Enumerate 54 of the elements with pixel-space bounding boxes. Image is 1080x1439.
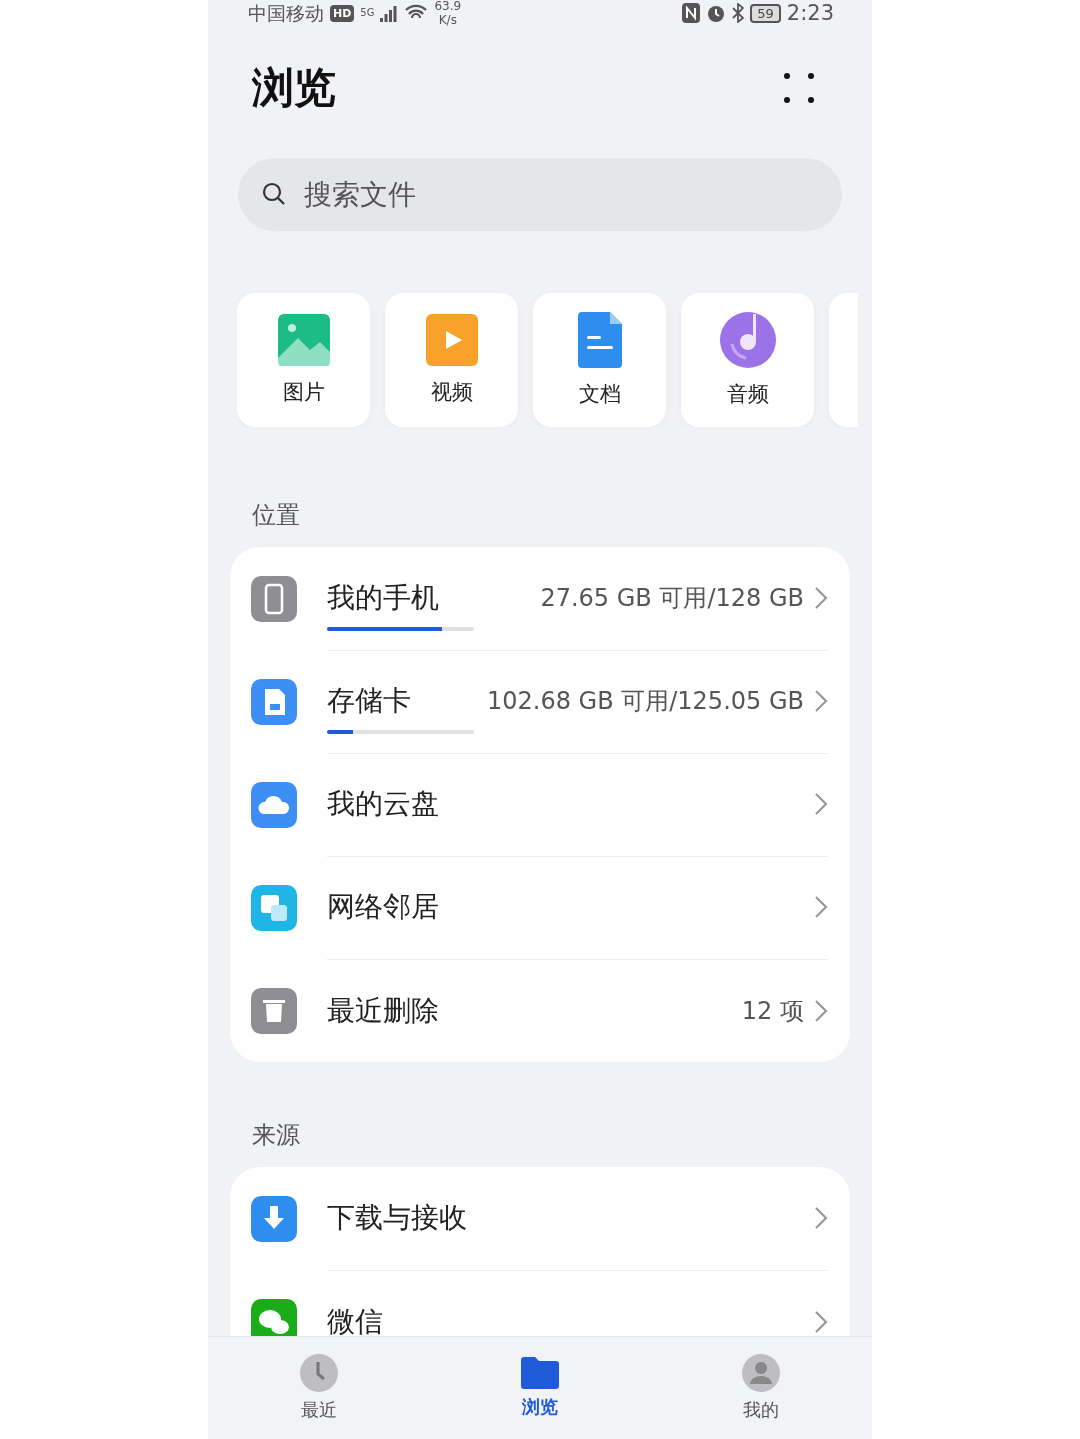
battery-level: 59 [750, 3, 781, 23]
more-icon[interactable] [784, 73, 814, 103]
chevron-icon [814, 1309, 828, 1334]
clock-icon [299, 1354, 338, 1392]
clock-time: 2:23 [786, 2, 834, 24]
carrier-text: 中国移动 [248, 3, 324, 23]
location-label[interactable]: 我的手机 [327, 579, 474, 617]
network-speed: 63.9 [434, 0, 462, 12]
nav-tab[interactable]: 浏览 [429, 1337, 651, 1439]
nav-tab[interactable]: 我的 [650, 1337, 872, 1439]
phone-icon [251, 575, 297, 622]
location-label[interactable]: 存储卡 [327, 682, 474, 720]
chevron-icon [814, 895, 828, 919]
category-card[interactable]: 视频 [385, 293, 518, 427]
trash-icon [251, 987, 297, 1034]
category-card[interactable]: 文档 [533, 293, 666, 427]
nav-tab[interactable]: 最近 [208, 1337, 430, 1439]
page-title: 浏览 [252, 62, 336, 114]
location-label[interactable]: 网络邻居 [327, 888, 439, 926]
detail-text: 27.65 GB 可用/128 GB [540, 583, 804, 614]
location-label[interactable]: 下载与接收 [327, 1199, 467, 1237]
chevron-icon [814, 689, 828, 713]
location-label[interactable]: 我的云盘 [327, 785, 439, 823]
category-card[interactable]: 音频 [681, 293, 814, 427]
chevron-icon [814, 1206, 828, 1230]
play-icon [425, 314, 478, 366]
folder-icon [521, 1357, 559, 1389]
signal-icon [380, 4, 399, 22]
speed-unit: K/s [438, 14, 457, 26]
alarm-icon [706, 3, 727, 23]
chevron-icon [814, 586, 828, 610]
document-icon [577, 312, 622, 368]
location-label[interactable]: 微信 [327, 1302, 383, 1336]
network-type: 5G [360, 8, 375, 18]
section-title: 来源 [252, 1120, 301, 1151]
person-icon [742, 1354, 781, 1392]
image-icon [277, 314, 330, 366]
cloud-icon [251, 781, 297, 828]
search-icon [262, 182, 286, 206]
sd-card-icon [251, 678, 297, 725]
nfc-icon [682, 3, 701, 23]
download-icon [251, 1195, 297, 1242]
network-icon [251, 884, 297, 931]
detail-text: 12 项 [741, 995, 804, 1027]
section-title: 位置 [252, 500, 301, 531]
bluetooth-icon [732, 3, 745, 23]
chevron-icon [814, 998, 828, 1023]
category-card[interactable]: 图片 [237, 293, 370, 427]
music-disc-icon [719, 312, 776, 368]
hd-badge: HD [330, 4, 355, 22]
detail-text: 102.68 GB 可用/125.05 GB [486, 686, 804, 717]
search-field[interactable]: 搜索文件 [238, 158, 842, 231]
chevron-icon [814, 792, 828, 816]
location-label[interactable]: 最近删除 [327, 991, 439, 1030]
